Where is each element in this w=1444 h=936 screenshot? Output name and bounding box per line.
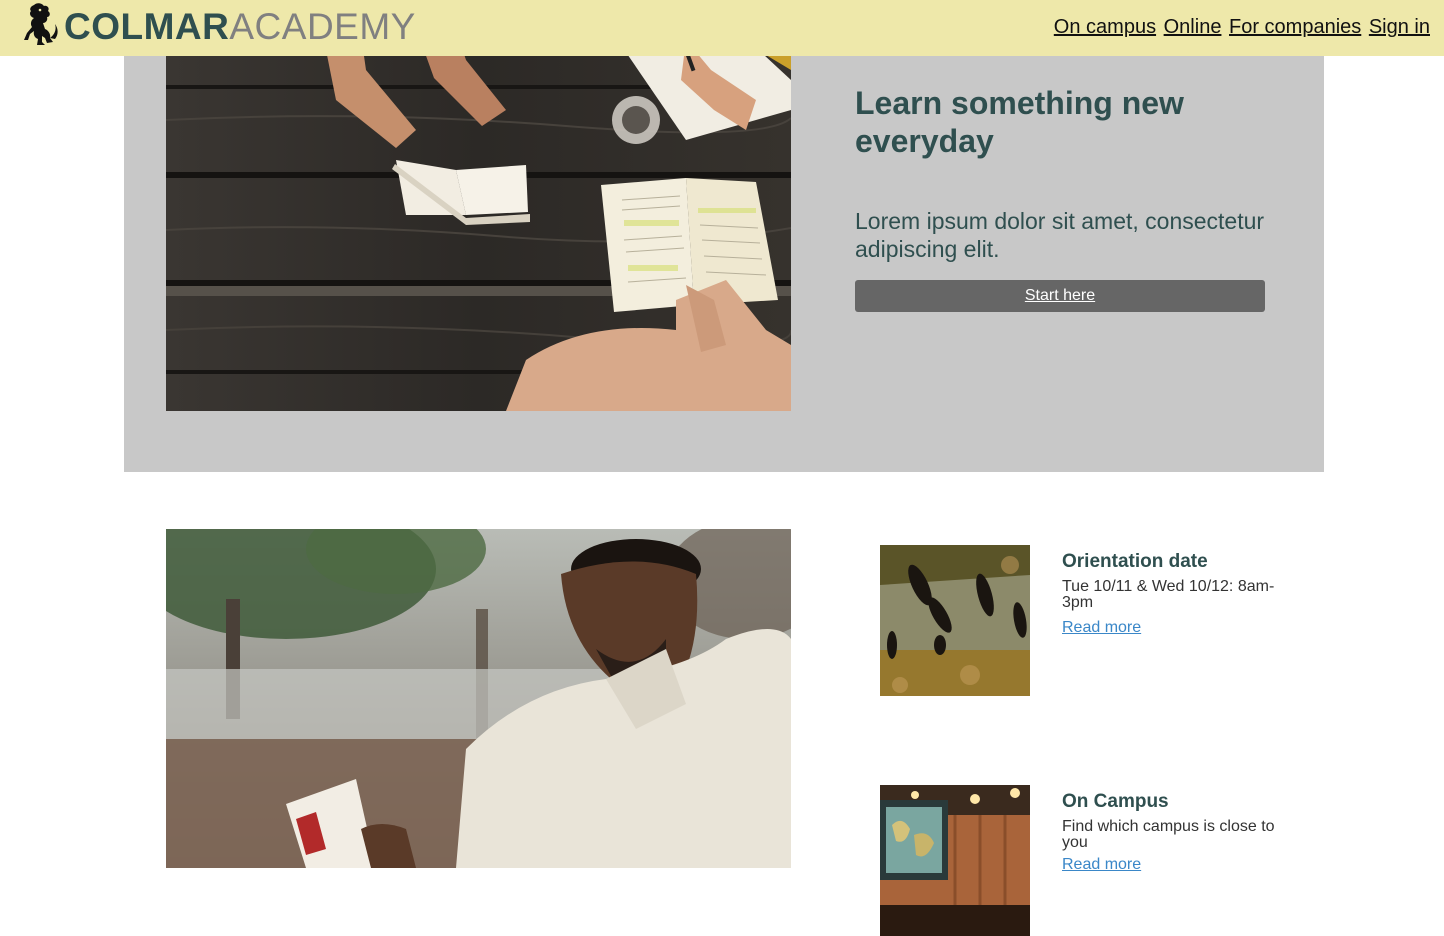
man-reading-photo	[166, 529, 791, 868]
hero-text: Lorem ipsum dolor sit amet, consectetur …	[855, 208, 1265, 262]
students-reading-photo	[166, 0, 791, 411]
read-more-orientation-link[interactable]: Read more	[1062, 618, 1141, 638]
orientation-thumbnail[interactable]	[880, 545, 1030, 696]
start-here-button[interactable]: Start here	[855, 280, 1265, 312]
on-campus-thumbnail[interactable]	[880, 785, 1030, 936]
lion-rampant-icon[interactable]	[20, 2, 60, 46]
nav-on-campus-link[interactable]: On campus	[1054, 16, 1156, 38]
main-nav: On campus Online For companies Sign in	[1052, 14, 1430, 40]
event-desc-orientation: Tue 10/11 & Wed 10/12: 8am-3pm	[1062, 578, 1275, 611]
hero-title: Learn something new everyday	[855, 85, 1184, 159]
nav-for-companies-link[interactable]: For companies	[1229, 16, 1361, 38]
event-desc-on-campus: Find which campus is close to you	[1062, 818, 1275, 851]
brand-name-light: ACADEMY	[229, 6, 416, 47]
nav-sign-in-link[interactable]: Sign in	[1369, 16, 1430, 38]
event-title-on-campus: On Campus	[1062, 791, 1169, 812]
brand-name[interactable]: COLMARACADEMY	[64, 6, 416, 48]
site-header: COLMARACADEMY On campus Online For compa…	[0, 0, 1444, 56]
nav-online-link[interactable]: Online	[1164, 16, 1222, 38]
read-more-on-campus-link[interactable]: Read more	[1062, 855, 1141, 875]
event-title-orientation: Orientation date	[1062, 551, 1208, 572]
brand-name-strong: COLMAR	[64, 6, 230, 47]
